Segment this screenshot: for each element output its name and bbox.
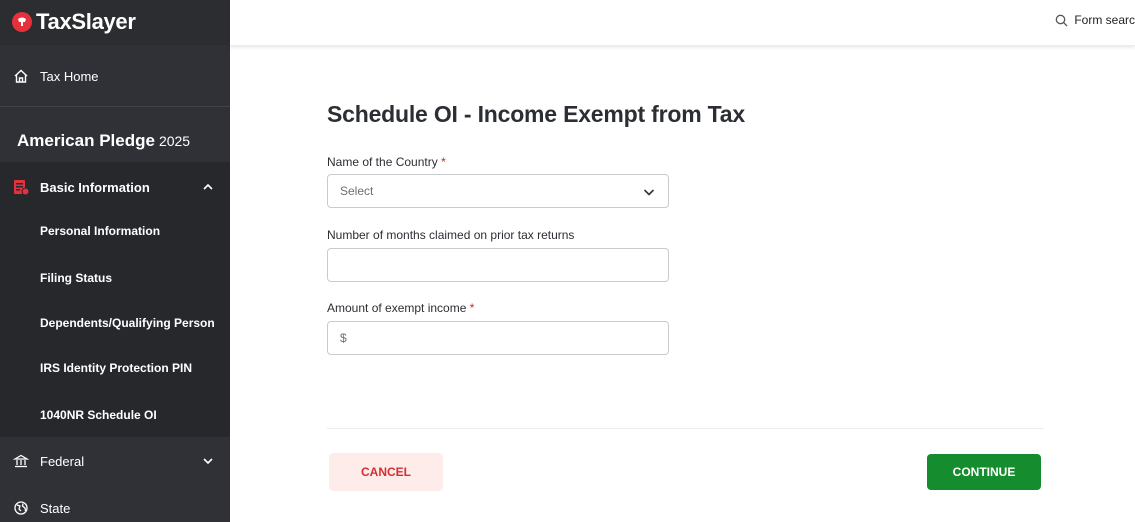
logo-text: TaxSlayer [36,9,136,34]
sidebar-item-label: Tax Home [40,68,99,84]
basic-information-icon [12,178,30,196]
sidebar-item-tax-home[interactable]: Tax Home [0,56,230,96]
exempt-income-input[interactable]: $ [327,321,669,355]
country-label-text: Name of the Country [327,155,438,169]
sidebar-item-label: State [40,500,71,516]
taxslayer-logo-icon [12,12,32,32]
continue-button[interactable]: CONTINUE [927,454,1041,490]
form-divider [327,428,1044,429]
taxslayer-logo[interactable]: TaxSlayer [12,9,136,35]
chevron-down-icon[interactable] [202,455,214,467]
return-name: American Pledge [17,131,155,150]
sidebar-item-basic-information[interactable]: Basic Information [0,164,230,210]
sidebar-item-irs-identity-pin[interactable]: IRS Identity Protection PIN [40,361,192,375]
sidebar-item-federal[interactable]: Federal [0,443,230,479]
amount-label: Amount of exempt income * [327,301,474,315]
state-globe-icon [12,499,30,517]
return-title: American Pledge 2025 [17,131,190,151]
chevron-down-icon [643,189,655,196]
cancel-button[interactable]: CANCEL [329,453,443,491]
sidebar-item-label: Federal [40,453,85,469]
return-year: 2025 [158,133,191,149]
required-mark: * [441,155,446,169]
months-claimed-input[interactable] [327,248,669,282]
search-icon [1055,14,1068,26]
sidebar-item-state[interactable]: State [0,490,230,522]
sidebar-item-schedule-oi[interactable]: 1040NR Schedule OI [40,408,157,422]
chevron-up-icon[interactable] [202,181,214,193]
months-label: Number of months claimed on prior tax re… [327,228,575,242]
country-select[interactable]: Select [327,174,669,208]
currency-prefix: $ [340,331,347,345]
home-icon [12,67,30,85]
sidebar-item-personal-information[interactable]: Personal Information [40,224,160,238]
sidebar-divider [0,106,230,107]
form-search-button[interactable]: Form searc [1055,13,1135,27]
sidebar-item-label: Basic Information [40,179,150,195]
logo-bar: TaxSlayer [0,0,230,45]
top-bar: Form searc [230,0,1135,46]
page-title: Schedule OI - Income Exempt from Tax [327,101,745,127]
required-mark: * [469,301,475,315]
sidebar-item-dependents[interactable]: Dependents/Qualifying Person [40,316,215,330]
country-label: Name of the Country * [327,155,446,169]
country-select-value: Select [340,184,374,198]
federal-building-icon [12,452,30,470]
sidebar-item-filing-status[interactable]: Filing Status [40,271,112,285]
form-search-label: Form searc [1074,13,1135,27]
sidebar: TaxSlayer Tax Home American Pledge 2025 B… [0,0,230,522]
amount-label-text: Amount of exempt income [327,301,467,315]
